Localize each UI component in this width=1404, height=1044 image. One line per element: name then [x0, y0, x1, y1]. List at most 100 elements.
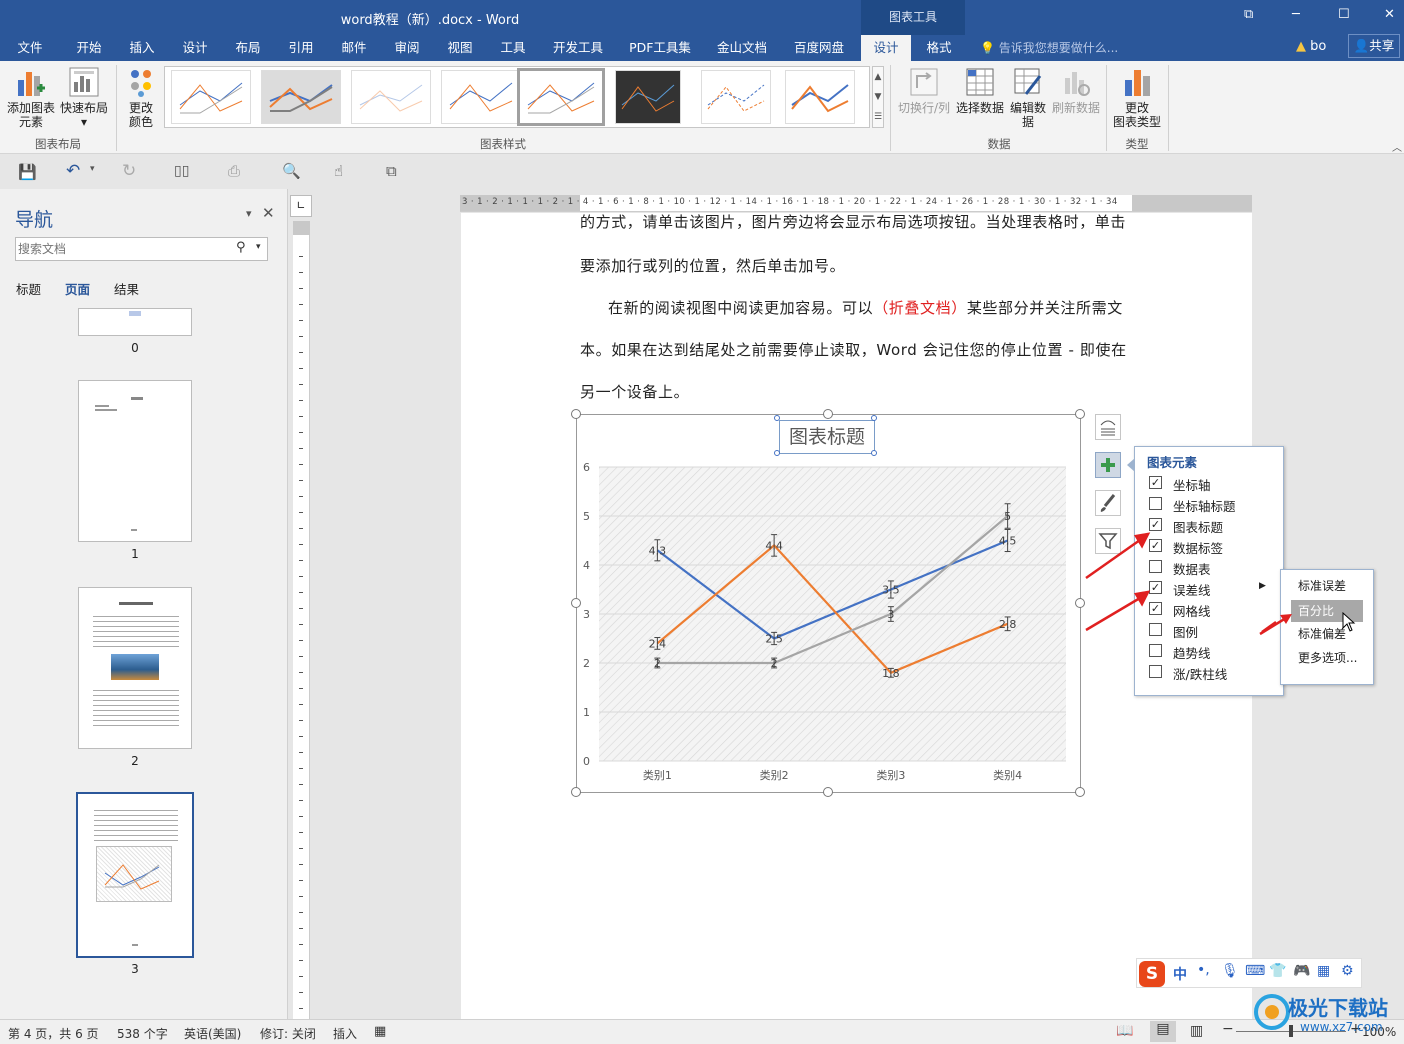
gallery-scroll[interactable]: ▲ ▼ ☰ [872, 66, 884, 128]
chart-style-8[interactable] [785, 70, 855, 124]
undo-icon[interactable]: ↶ [66, 161, 80, 181]
tab-references[interactable]: 引用 [278, 35, 324, 61]
element-axes[interactable]: ✓ 坐标轴 [1135, 473, 1283, 494]
web-layout-view-icon[interactable]: ▥ [1190, 1023, 1203, 1039]
touch-mode-icon[interactable]: ☝ [334, 162, 343, 180]
tab-tools[interactable]: 工具 [490, 35, 536, 61]
chart-style-5-selected[interactable] [517, 68, 605, 126]
chart-style-4[interactable] [441, 70, 521, 124]
zoom-out-icon[interactable]: − [1222, 1021, 1234, 1037]
tab-kingsoft-docs[interactable]: 金山文档 [708, 35, 776, 61]
settings-icon[interactable]: ⚙ [1341, 963, 1354, 979]
skin-icon[interactable]: 👕 [1269, 963, 1286, 979]
ribbon-display-icon[interactable]: ⧉ [1244, 7, 1253, 22]
resize-handle[interactable] [571, 598, 581, 608]
switch-row-column-button[interactable]: 切换行/列 [896, 66, 952, 132]
layout-options-button[interactable] [1095, 414, 1121, 440]
save-icon[interactable]: 💾 [18, 163, 37, 181]
checkbox[interactable] [1149, 665, 1162, 678]
status-language[interactable]: 英语(美国) [184, 1025, 241, 1042]
line-chart[interactable]: 0 1 2 3 4 5 6 类别1 类别2 类别3 类别4 4.3 2.5 3.5 4.5 2.4 4.4 1… [560, 405, 1100, 805]
macro-record-icon[interactable]: ▦ [374, 1024, 386, 1039]
resize-handle[interactable] [823, 409, 833, 419]
status-word-count[interactable]: 538 个字 [117, 1025, 168, 1042]
tab-mailings[interactable]: 邮件 [331, 35, 377, 61]
tab-baidu-netdisk[interactable]: 百度网盘 [788, 35, 850, 61]
tab-layout[interactable]: 布局 [225, 35, 271, 61]
share-button[interactable]: 👤共享 [1348, 34, 1400, 58]
title-handle[interactable] [774, 450, 780, 456]
grid-icon[interactable]: ▦ [1317, 963, 1330, 979]
chart-styles-button[interactable] [1095, 490, 1121, 516]
ime-toolbar[interactable]: S 中 •, 🎙 ⌨ 👕 🎮 ▦ ⚙ [1136, 958, 1362, 988]
microphone-icon[interactable]: 🎙 [1221, 963, 1239, 979]
search-icon[interactable]: ⚲ [236, 240, 246, 255]
nav-tab-headings[interactable]: 标题 [16, 279, 41, 298]
tab-design[interactable]: 设计 [172, 35, 218, 61]
punctuation-icon[interactable]: •, [1197, 962, 1210, 978]
maximize-button[interactable]: ☐ [1338, 7, 1350, 22]
print-preview-icon[interactable]: 🔍 [282, 162, 301, 180]
page-thumbnail-1[interactable] [78, 380, 192, 542]
status-insert-mode[interactable]: 插入 [333, 1025, 357, 1042]
chart-elements-button[interactable] [1095, 452, 1121, 478]
resize-handle[interactable] [1075, 787, 1085, 797]
tab-chart-format[interactable]: 格式 [914, 35, 964, 61]
scroll-down-icon[interactable]: ▼ [873, 87, 883, 107]
keyboard-icon[interactable]: ⌨ [1245, 963, 1265, 979]
title-handle[interactable] [871, 415, 877, 421]
close-button[interactable]: ✕ [1384, 7, 1395, 22]
collapse-ribbon-icon[interactable]: ︿ [1392, 139, 1402, 154]
refresh-data-button[interactable]: 刷新数据 [1050, 66, 1102, 132]
element-axis-titles[interactable]: 坐标轴标题 [1135, 494, 1283, 515]
checkbox[interactable] [1149, 497, 1162, 510]
tab-home[interactable]: 开始 [66, 35, 112, 61]
change-chart-type-button[interactable]: 更改 图表类型 [1110, 66, 1164, 132]
nav-close-icon[interactable]: ✕ [262, 204, 275, 222]
tab-file[interactable]: 文件 [8, 35, 52, 61]
status-page[interactable]: 第 4 页，共 6 页 [8, 1025, 99, 1042]
page-thumbnail-0[interactable] [78, 308, 192, 336]
print-icon[interactable]: ⎙ [228, 162, 240, 180]
tab-chart-design[interactable]: 设计 [861, 35, 911, 61]
nav-tab-results[interactable]: 结果 [114, 279, 139, 298]
minimize-button[interactable]: ─ [1292, 7, 1300, 22]
tab-pdf-tools[interactable]: PDF工具集 [624, 35, 696, 61]
chart-style-7[interactable] [701, 70, 771, 124]
chart-styles-gallery[interactable] [164, 66, 870, 128]
tab-view[interactable]: 视图 [437, 35, 483, 61]
status-track-changes[interactable]: 修订: 关闭 [260, 1025, 316, 1042]
tab-selector[interactable]: ∟ [290, 195, 312, 217]
change-colors-button[interactable]: 更改 颜色 [120, 66, 162, 132]
ime-chinese-mode[interactable]: 中 [1173, 964, 1187, 984]
nav-search-input[interactable] [18, 240, 228, 258]
resize-handle[interactable] [571, 787, 581, 797]
quick-layout-button[interactable]: 快速布局 ▾ [58, 66, 110, 132]
resize-handle[interactable] [571, 409, 581, 419]
title-handle[interactable] [774, 415, 780, 421]
sogou-logo-icon[interactable]: S [1139, 961, 1165, 987]
search-dropdown-icon[interactable]: ▾ [256, 242, 261, 252]
print-layout-view-icon[interactable]: ▤ [1150, 1021, 1176, 1042]
nav-options-icon[interactable]: ▾ [246, 207, 252, 220]
title-handle[interactable] [871, 450, 877, 456]
tab-insert[interactable]: 插入 [119, 35, 165, 61]
edit-data-button[interactable]: 编辑数 据 [1008, 66, 1048, 132]
nav-search-box[interactable]: ⚲ ▾ [15, 237, 268, 261]
tell-me-search[interactable]: 💡 告诉我您想要做什么... [980, 35, 1118, 61]
chart-style-3[interactable] [351, 70, 431, 124]
chart-style-1[interactable] [171, 70, 251, 124]
tab-developer[interactable]: 开发工具 [546, 35, 610, 61]
chart-style-2[interactable] [261, 70, 341, 124]
chart-style-6[interactable] [615, 70, 681, 124]
chart-title[interactable]: 图表标题 [779, 420, 875, 454]
menu-item-standard-error[interactable]: 标准误差 [1281, 576, 1373, 596]
read-mode-icon[interactable]: ▯▯ [174, 163, 189, 179]
resize-handle[interactable] [823, 787, 833, 797]
checkbox[interactable]: ✓ [1149, 476, 1162, 489]
menu-item-more-options[interactable]: 更多选项... [1281, 648, 1373, 668]
resize-handle[interactable] [1075, 409, 1085, 419]
customize-icon[interactable]: ⧉ [386, 162, 397, 180]
scroll-up-icon[interactable]: ▲ [873, 67, 883, 87]
redo-icon[interactable]: ↻ [122, 161, 136, 181]
